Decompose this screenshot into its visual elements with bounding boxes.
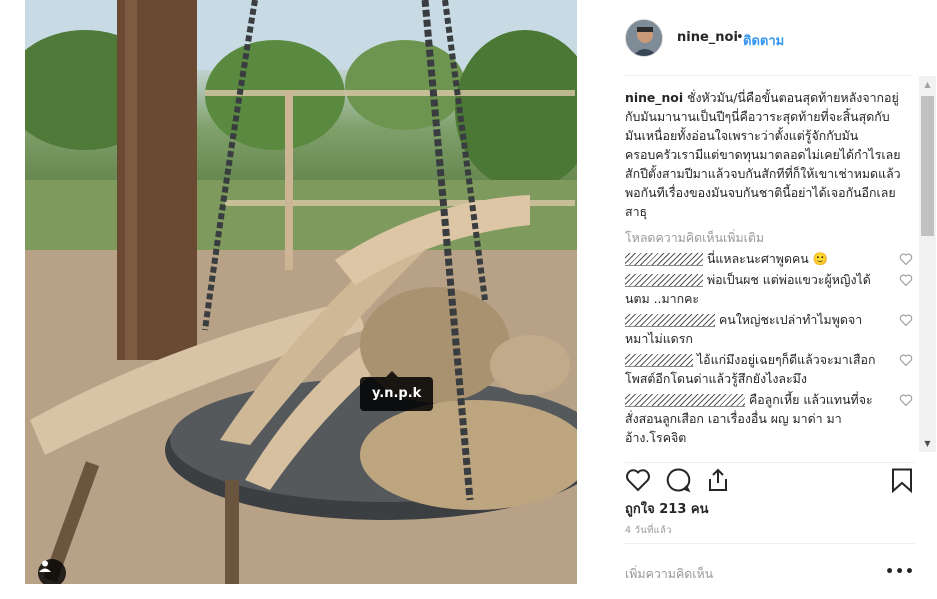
more-options-button[interactable]: ••• [885, 564, 915, 580]
share-icon[interactable] [705, 467, 731, 493]
heart-icon[interactable] [899, 314, 913, 326]
comment-username[interactable] [625, 253, 703, 266]
photo-tag-label[interactable]: y.n.p.k [360, 371, 434, 411]
comment-item: คือลูกเหี้ย แล้วแทนที่จะสั่งสอนลูกเสือก … [625, 390, 913, 447]
caption-username[interactable]: nine_noi [625, 90, 683, 105]
comment-item: นี่แหละนะศาพูดคน 🙂 [625, 249, 913, 268]
comment-item: ไอ้แก่มึงอยู่เฉยๆก็ดีแล้วจะมาเสือกโพสต์อ… [625, 350, 913, 388]
heart-icon[interactable] [899, 394, 913, 406]
username-link[interactable]: nine_noi [677, 30, 738, 45]
comment-username[interactable] [625, 394, 745, 407]
photo-illustration [25, 0, 577, 584]
comments-scrollbar[interactable]: ▲ ▼ [919, 76, 936, 452]
post-sidebar: nine_noi • ติดตาม nine_noi ชั่งหัวมัน/นี… [578, 0, 937, 599]
follow-button[interactable]: ติดตาม [743, 30, 784, 51]
comment-username[interactable] [625, 314, 715, 327]
comment-icon[interactable] [665, 467, 691, 493]
heart-icon[interactable] [625, 467, 651, 493]
post-caption: nine_noi ชั่งหัวมัน/นี่คือขั้นตอนสุดท้าย… [625, 88, 905, 221]
bookmark-icon[interactable] [889, 467, 915, 493]
post-header: nine_noi • ติดตาม [625, 18, 913, 76]
user-icon[interactable] [38, 559, 66, 584]
comment-item: พ่อเป็นผช แต่พ่อแขวะผู้หญิงได้ นตม ..มาก… [625, 270, 913, 308]
caption-text: ชั่งหัวมัน/นี่คือขั้นตอนสุดท้ายหลังจากอย… [625, 90, 901, 219]
comment-username[interactable] [625, 274, 703, 287]
scrollbar-thumb[interactable] [921, 96, 934, 236]
comment-username[interactable] [625, 354, 693, 367]
like-count[interactable]: ถูกใจ 213 คน [625, 498, 708, 519]
comment-item: คนใหญ่ชะเปล่าทำไมพูดจาหมาไม่แดรก [625, 310, 913, 348]
heart-icon[interactable] [899, 354, 913, 366]
heart-icon[interactable] [899, 274, 913, 286]
post-timestamp[interactable]: 4 วันที่แล้ว [625, 523, 672, 538]
scroll-down-arrow-icon[interactable]: ▼ [919, 435, 936, 452]
post-photo[interactable]: y.n.p.k [25, 0, 577, 584]
add-comment-input[interactable]: เพิ่มความคิดเห็น [625, 565, 713, 584]
load-more-comments-link[interactable]: โหลดความคิดเห็นเพิ่มเติม [625, 228, 913, 247]
add-comment-bar: เพิ่มความคิดเห็น ••• [625, 543, 915, 599]
heart-icon[interactable] [899, 253, 913, 265]
comments-list: nine_noi ชั่งหัวมัน/นี่คือขั้นตอนสุดท้าย… [625, 88, 913, 452]
scroll-up-arrow-icon[interactable]: ▲ [919, 76, 936, 93]
post-actions-bar [625, 462, 915, 493]
avatar[interactable] [625, 19, 663, 57]
comment-text: นี่แหละนะศาพูดคน 🙂 [706, 251, 829, 266]
